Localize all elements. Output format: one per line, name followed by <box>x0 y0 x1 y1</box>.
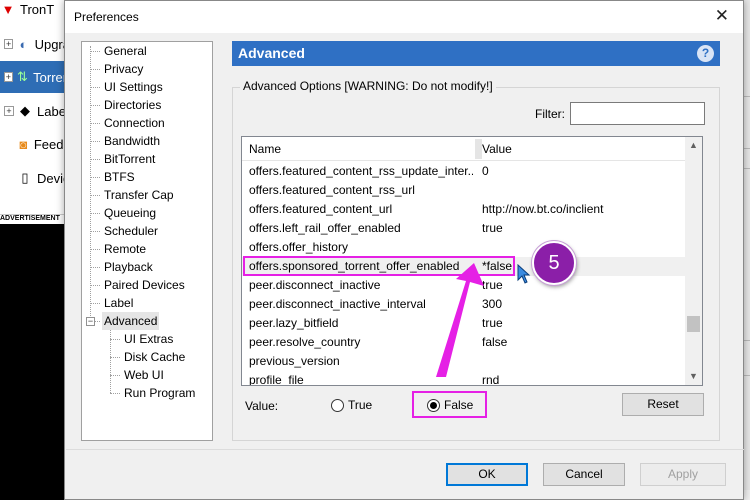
step-number-badge: 5 <box>532 241 576 285</box>
mouse-cursor-icon <box>517 264 531 284</box>
annotation-arrow-icon <box>436 263 484 377</box>
